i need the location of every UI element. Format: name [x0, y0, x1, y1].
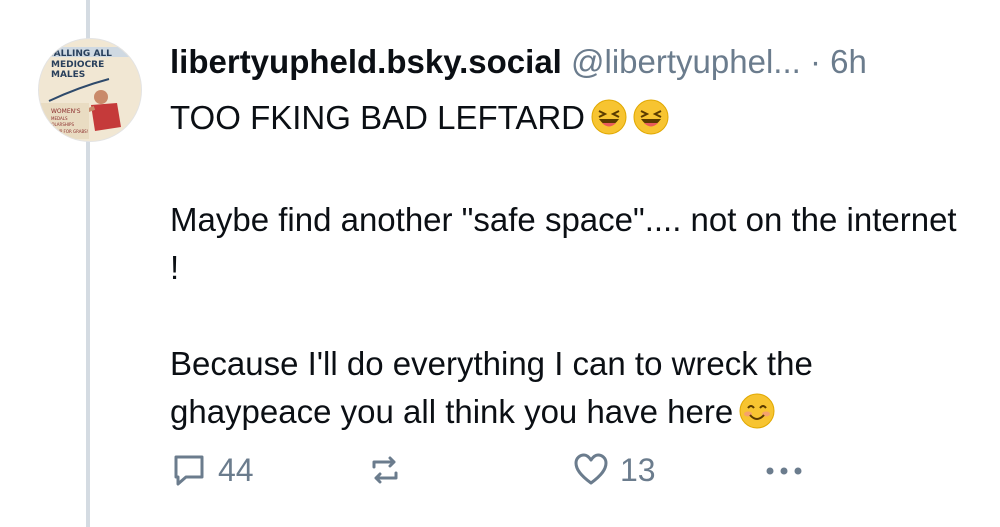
like-button[interactable]: 13 — [572, 448, 656, 492]
avatar[interactable]: CALLING ALL MEDIOCRE MALES WOMEN'S MEDAL… — [38, 38, 142, 142]
reply-count: 44 — [218, 451, 254, 488]
post-line-1: TOO FKING BAD LEFTARD — [170, 94, 970, 148]
display-name[interactable]: libertyupheld.bsky.social — [170, 43, 562, 80]
post-header: libertyupheld.bsky.social @libertyuphel.… — [170, 36, 980, 88]
repost-button[interactable] — [366, 448, 404, 492]
avatar-text-6: SCHOLARSHIPS — [43, 122, 74, 127]
handle[interactable]: @libertyuphel... — [571, 43, 801, 80]
avatar-text-7: SHOW UP FOR GRABS! — [43, 129, 88, 134]
separator-dot: · — [809, 43, 821, 80]
reply-button[interactable]: 44 — [170, 448, 254, 492]
post-line-3-text: Because I'll do everything I can to wrec… — [170, 345, 813, 430]
reply-icon — [174, 455, 204, 486]
smiling-face-icon — [739, 393, 775, 442]
post-line-1-text: TOO FKING BAD LEFTARD — [170, 99, 585, 136]
avatar-text-1: CALLING ALL — [47, 49, 112, 59]
more-icon — [766, 467, 802, 475]
more-options-button[interactable] — [762, 448, 806, 492]
avatar-text-3: MALES — [51, 70, 85, 80]
post-actions: 44 13 — [170, 448, 970, 492]
timestamp[interactable]: 6h — [830, 43, 867, 80]
post-body: TOO FKING BAD LEFTARD Maybe find another… — [170, 94, 970, 442]
laughing-face-icon — [591, 99, 627, 148]
avatar-image: CALLING ALL MEDIOCRE MALES WOMEN'S MEDAL… — [39, 39, 141, 141]
post-line-2: Maybe find another "safe space".... not … — [170, 201, 957, 286]
avatar-text-5: MEDALS — [51, 116, 68, 121]
repost-icon — [372, 456, 398, 484]
avatar-text-2: MEDIOCRE — [51, 60, 104, 70]
like-count: 13 — [620, 451, 656, 488]
heart-icon — [574, 453, 608, 485]
laughing-face-icon — [633, 99, 669, 148]
avatar-text-4: WOMEN'S — [51, 108, 81, 115]
post-line-3: Because I'll do everything I can to wrec… — [170, 340, 970, 442]
